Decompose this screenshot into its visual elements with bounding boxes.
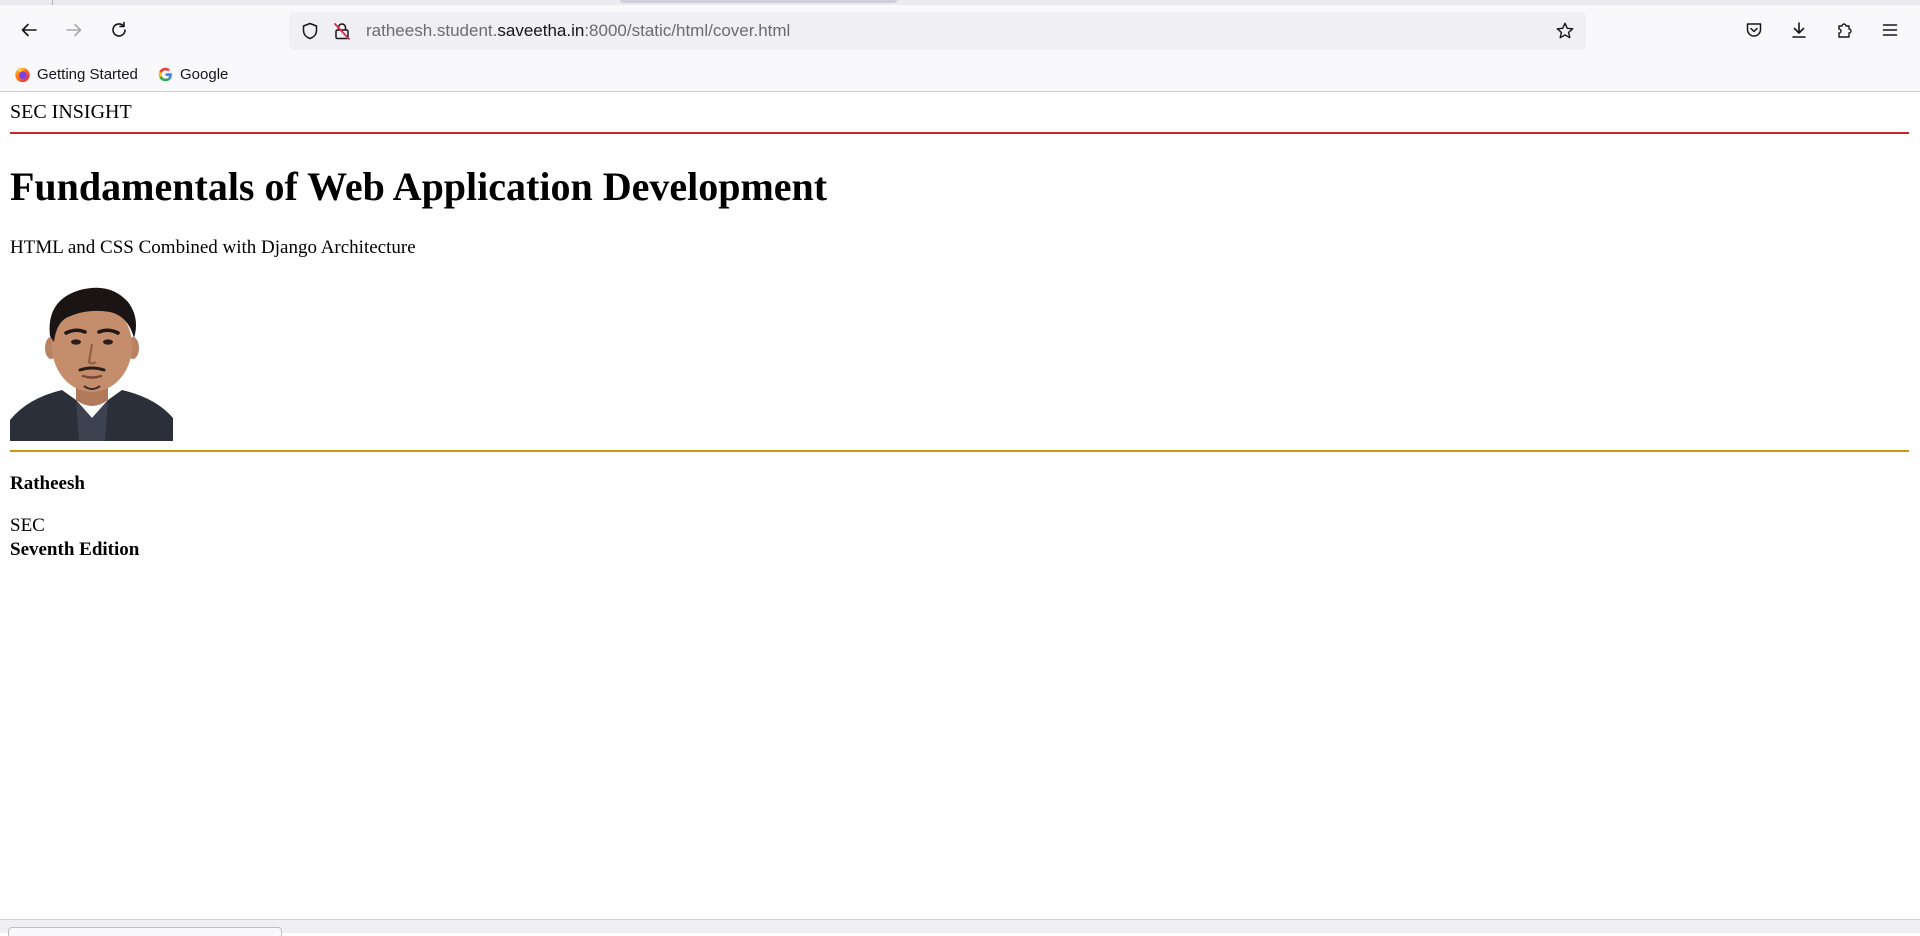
download-icon [1792, 22, 1806, 38]
extensions-icon [1838, 23, 1852, 38]
site-brand: SEC INSIGHT [10, 101, 132, 123]
divider-bottom [10, 450, 1909, 452]
bookmark-getting-started[interactable]: Getting Started [14, 62, 138, 86]
tab-divider [52, 0, 53, 5]
url-path: :8000/static/html/cover.html [584, 21, 791, 40]
author-photo [10, 278, 173, 441]
active-tab-edge[interactable] [620, 0, 897, 3]
bookmark-label: Google [180, 65, 229, 83]
pocket-button[interactable] [1738, 14, 1770, 46]
page-subtitle: HTML and CSS Combined with Django Archit… [10, 237, 416, 258]
bottom-bar [0, 919, 1920, 936]
star-icon[interactable] [1555, 21, 1575, 41]
browser-toolbar: ratheesh.student.saveetha.in:8000/static… [0, 0, 1920, 92]
back-arrow-icon [21, 23, 37, 37]
url-text[interactable]: ratheesh.student.saveetha.in:8000/static… [366, 21, 790, 41]
app-menu-button[interactable] [1874, 14, 1906, 46]
page-content: SEC INSIGHT Fundamentals of Web Applicat… [0, 92, 1920, 920]
downloads-button[interactable] [1783, 14, 1815, 46]
bookmark-label: Getting Started [37, 65, 138, 83]
tab-strip [0, 0, 1920, 5]
menu-icon [1882, 24, 1898, 36]
forward-button[interactable] [58, 14, 90, 46]
back-button[interactable] [13, 14, 45, 46]
extensions-button[interactable] [1829, 14, 1861, 46]
url-bar[interactable]: ratheesh.student.saveetha.in:8000/static… [289, 12, 1586, 50]
google-icon [158, 67, 172, 81]
insecure-lock-icon[interactable] [332, 21, 352, 41]
forward-arrow-icon [66, 23, 82, 37]
url-domain: saveetha.in [497, 21, 585, 40]
url-prefix: ratheesh.student. [366, 21, 498, 40]
edition: Seventh Edition [10, 539, 140, 560]
author-portrait-image [10, 287, 173, 441]
firefox-icon [15, 67, 30, 82]
author-name: Ratheesh [10, 473, 85, 494]
divider-top [10, 132, 1909, 134]
pocket-icon [1746, 23, 1762, 37]
organization: SEC [10, 515, 45, 536]
reload-icon [112, 21, 126, 37]
reload-button[interactable] [103, 14, 135, 46]
shield-icon[interactable] [300, 21, 320, 41]
bookmark-google[interactable]: Google [157, 62, 228, 86]
page-title: Fundamentals of Web Application Developm… [10, 164, 828, 209]
